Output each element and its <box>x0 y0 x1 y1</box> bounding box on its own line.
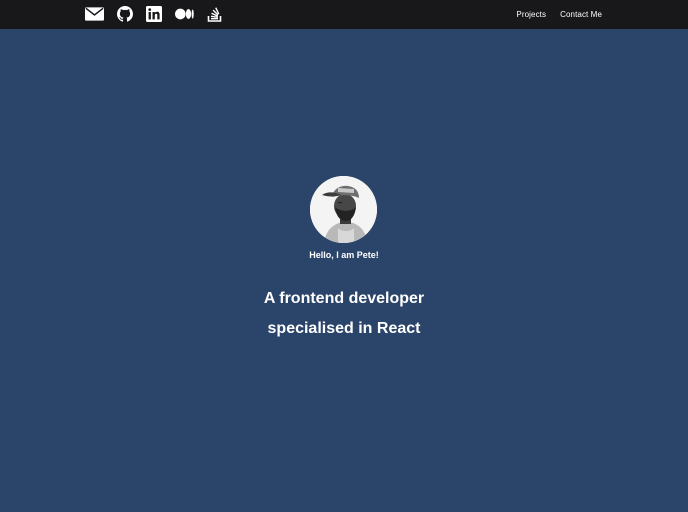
headline-line-2: specialised in React <box>267 320 421 337</box>
hero-section: Hello, I am Pete! A frontend developer s… <box>0 29 688 512</box>
linkedin-link[interactable] <box>146 6 162 22</box>
linkedin-icon <box>146 6 162 22</box>
medium-icon <box>175 8 194 20</box>
nav-link-projects[interactable]: Projects <box>516 10 546 19</box>
stackoverflow-icon <box>207 7 222 22</box>
envelope-icon <box>85 7 104 21</box>
top-navigation-bar: Projects Contact Me <box>0 0 688 29</box>
nav-links: Projects Contact Me <box>516 0 602 29</box>
headline-line-1: A frontend developer <box>263 290 425 307</box>
profile-photo <box>310 176 377 243</box>
medium-link[interactable] <box>175 6 194 22</box>
github-link[interactable] <box>117 6 133 22</box>
social-links <box>85 6 223 22</box>
github-icon <box>117 6 133 22</box>
email-link[interactable] <box>85 6 104 22</box>
avatar <box>310 176 377 243</box>
greeting-text: Hello, I am Pete! <box>309 250 379 260</box>
stackoverflow-link[interactable] <box>207 6 223 22</box>
nav-link-contact[interactable]: Contact Me <box>560 10 602 19</box>
